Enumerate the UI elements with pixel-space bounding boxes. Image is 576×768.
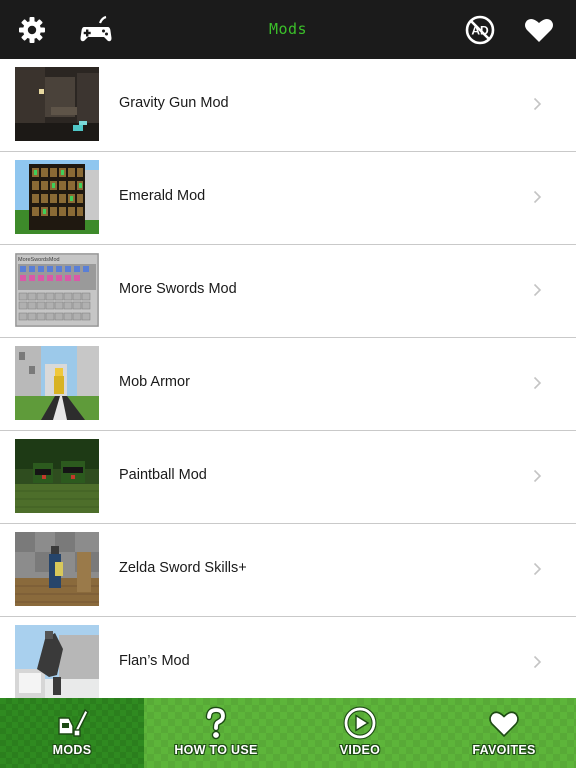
heart-icon <box>487 706 521 740</box>
tab-label: MODS <box>52 743 92 757</box>
chevron-right-icon <box>533 97 542 111</box>
thumbnail-caption: MoreSwordsMod <box>18 257 60 263</box>
mod-title: More Swords Mod <box>119 281 237 297</box>
play-icon <box>343 706 377 740</box>
bottom-tab-bar: MODS HOW TO USE VIDEO FAVOITES <box>0 698 576 768</box>
mod-title: Mob Armor <box>119 374 190 390</box>
mod-thumbnail <box>15 532 99 606</box>
chevron-right-icon <box>533 562 542 576</box>
list-item[interactable]: Flan’s Mod <box>0 617 576 698</box>
mod-thumbnail <box>15 439 99 513</box>
mod-title: Gravity Gun Mod <box>119 95 229 111</box>
tab-label: FAVOITES <box>472 743 536 757</box>
heart-icon[interactable] <box>522 13 556 47</box>
list-item[interactable]: MoreSwordsMod More Swords Mod <box>0 245 576 338</box>
chevron-right-icon <box>533 283 542 297</box>
mod-thumbnail <box>15 625 99 698</box>
mods-list: Gravity Gun Mod Emerald Mod MoreSwordsMo… <box>0 59 576 698</box>
tab-label: HOW TO USE <box>174 743 258 757</box>
mod-title: Zelda Sword Skills+ <box>119 560 247 576</box>
chevron-right-icon <box>533 655 542 669</box>
chevron-right-icon <box>533 469 542 483</box>
mod-title: Flan’s Mod <box>119 653 190 669</box>
list-item[interactable]: Emerald Mod <box>0 152 576 245</box>
list-item[interactable]: Paintball Mod <box>0 431 576 524</box>
tab-how-to-use[interactable]: HOW TO USE <box>144 698 288 768</box>
chevron-right-icon <box>533 190 542 204</box>
list-item[interactable]: Zelda Sword Skills+ <box>0 524 576 617</box>
list-item[interactable]: Mob Armor <box>0 338 576 431</box>
mod-thumbnail <box>15 346 99 420</box>
mod-title: Paintball Mod <box>119 467 207 483</box>
tab-video[interactable]: VIDEO <box>288 698 432 768</box>
tab-favorites[interactable]: FAVOITES <box>432 698 576 768</box>
mod-thumbnail <box>15 160 99 234</box>
tab-mods[interactable]: MODS <box>0 698 144 768</box>
mod-thumbnail: MoreSwordsMod <box>15 253 99 327</box>
mods-icon <box>55 706 89 740</box>
question-icon <box>199 706 233 740</box>
mod-thumbnail <box>15 67 99 141</box>
tab-label: VIDEO <box>339 743 381 757</box>
mod-title: Emerald Mod <box>119 188 206 204</box>
list-item[interactable]: Gravity Gun Mod <box>0 59 576 152</box>
chevron-right-icon <box>533 376 542 390</box>
no-ads-icon[interactable]: AD <box>463 13 497 47</box>
top-nav-bar: Mods AD <box>0 0 576 59</box>
